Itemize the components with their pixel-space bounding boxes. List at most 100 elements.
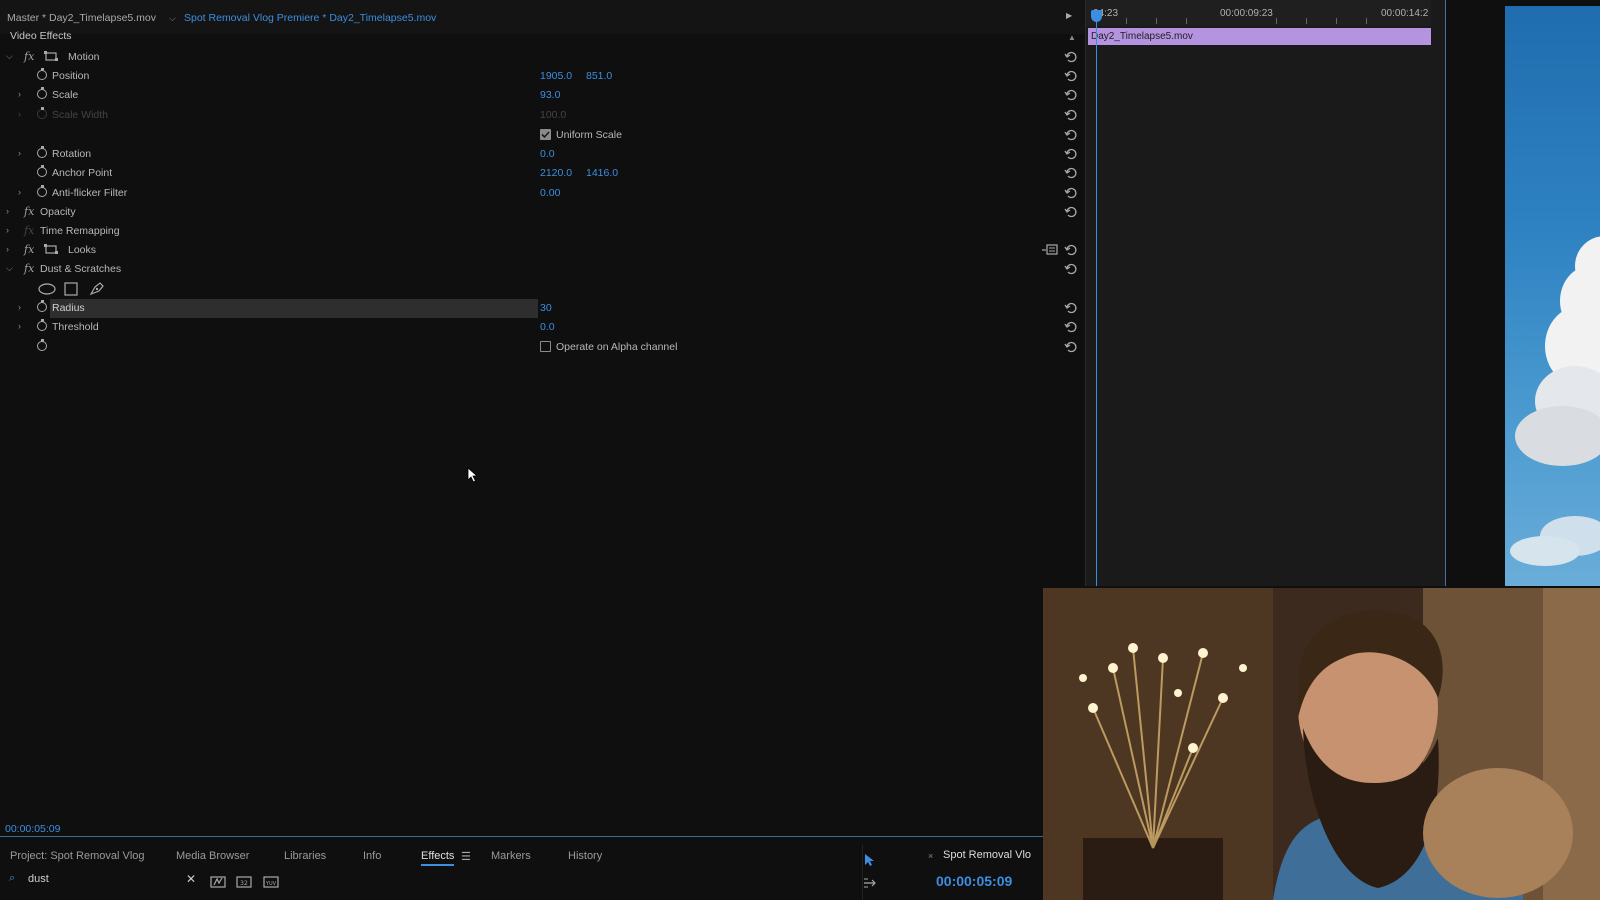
uniform-scale-checkbox[interactable] xyxy=(540,129,551,140)
dust-scratches-row[interactable]: ⌵ fx Dust & Scratches xyxy=(0,260,1085,279)
chevron-right-icon[interactable]: › xyxy=(18,89,21,99)
32bit-effects-icon[interactable]: 32 xyxy=(236,874,252,888)
chevron-right-icon[interactable]: › xyxy=(18,321,21,331)
fx-toggle-icon[interactable]: fx xyxy=(24,205,34,218)
reset-icon[interactable] xyxy=(1064,88,1078,102)
reset-icon[interactable] xyxy=(1064,166,1078,180)
threshold-value[interactable]: 0.0 xyxy=(540,321,555,333)
scale-width-label: Scale Width xyxy=(52,109,109,121)
alpha-channel-checkbox[interactable] xyxy=(540,341,551,352)
chevron-right-icon[interactable]: › xyxy=(6,206,9,216)
master-clip-tab[interactable]: Master * Day2_Timelapse5.mov xyxy=(7,12,156,24)
anchor-y-value[interactable]: 1416.0 xyxy=(586,167,618,179)
tab-effects[interactable]: Effects xyxy=(421,850,455,866)
ruler-label: 00:00:09:23 xyxy=(1220,8,1273,19)
tab-libraries[interactable]: Libraries xyxy=(284,850,326,862)
reset-icon[interactable] xyxy=(1064,128,1078,142)
stopwatch-icon[interactable] xyxy=(37,185,47,197)
play-arrow-icon[interactable]: ▶ xyxy=(1066,11,1072,20)
chevron-down-icon[interactable]: ⌵ xyxy=(6,263,13,274)
accelerated-effects-icon[interactable] xyxy=(210,874,226,888)
reset-icon[interactable] xyxy=(1064,108,1078,122)
sequence-clip-tab[interactable]: Spot Removal Vlog Premiere * Day2_Timela… xyxy=(184,12,436,24)
anti-flicker-label: Anti-flicker Filter xyxy=(52,187,128,199)
stopwatch-icon[interactable] xyxy=(37,68,47,80)
chevron-right-icon[interactable]: › xyxy=(18,302,21,312)
ruler-label: 00:00:14:2 xyxy=(1381,8,1429,19)
stopwatch-icon[interactable] xyxy=(37,165,47,177)
clip-bar[interactable]: Day2_Timelapse5.mov xyxy=(1088,28,1431,45)
reset-icon[interactable] xyxy=(1064,205,1078,219)
fx-toggle-icon[interactable]: fx xyxy=(24,243,34,256)
tab-project[interactable]: Project: Spot Removal Vlog xyxy=(10,850,145,862)
anchor-x-value[interactable]: 2120.0 xyxy=(540,167,572,179)
mask-tools-row xyxy=(0,280,1085,299)
reset-icon[interactable] xyxy=(1064,301,1078,315)
stopwatch-icon[interactable] xyxy=(37,300,47,312)
position-y-value[interactable]: 851.0 xyxy=(586,70,612,82)
chevron-right-icon[interactable]: › xyxy=(18,148,21,158)
playhead-line[interactable] xyxy=(1096,10,1097,586)
effects-search-row: ⌕ dust ✕ xyxy=(0,870,205,890)
stopwatch-icon[interactable] xyxy=(37,339,47,351)
position-label: Position xyxy=(52,70,90,82)
chevron-right-icon[interactable]: › xyxy=(6,225,9,235)
reset-icon[interactable] xyxy=(1064,262,1078,276)
tab-markers[interactable]: Markers xyxy=(491,850,531,862)
edit-look-icon[interactable] xyxy=(1042,244,1058,256)
pen-mask-icon[interactable] xyxy=(89,281,105,296)
reset-icon[interactable] xyxy=(1064,320,1078,334)
time-remapping-label: Time Remapping xyxy=(40,225,120,237)
chevron-down-icon[interactable]: ⌵ xyxy=(6,51,13,62)
fx-toggle-icon[interactable]: fx xyxy=(24,262,34,275)
reset-icon[interactable] xyxy=(1064,50,1078,64)
clear-search-icon[interactable]: ✕ xyxy=(186,872,196,886)
scale-value[interactable]: 93.0 xyxy=(540,89,560,101)
hamburger-menu-icon[interactable]: ☰ xyxy=(461,850,471,863)
close-panel-icon[interactable]: × xyxy=(928,851,933,861)
select-tool-icon[interactable] xyxy=(863,853,877,867)
reset-icon[interactable] xyxy=(1064,69,1078,83)
anti-flicker-value[interactable]: 0.00 xyxy=(540,187,560,199)
program-title: Spot Removal Vlo xyxy=(943,849,1032,861)
alpha-channel-row: Operate on Alpha channel xyxy=(0,338,1085,357)
scale-width-value: 100.0 xyxy=(540,109,567,121)
looks-label: Looks xyxy=(68,244,97,256)
search-icon: ⌕ xyxy=(9,872,16,884)
time-ruler[interactable]: 04:23 00:00:09:23 00:00:14:2 xyxy=(1086,0,1431,26)
fx-toggle-icon[interactable]: fx xyxy=(24,50,34,63)
mouse-cursor-icon xyxy=(467,467,479,483)
stopwatch-icon[interactable] xyxy=(37,146,47,158)
scroll-up-icon[interactable]: ▲ xyxy=(1068,33,1076,42)
radius-value[interactable]: 30 xyxy=(540,302,552,314)
chevron-right-icon[interactable]: › xyxy=(18,187,21,197)
reset-icon[interactable] xyxy=(1064,340,1078,354)
tab-info[interactable]: Info xyxy=(363,850,381,862)
time-remapping-row[interactable]: › fx Time Remapping xyxy=(0,222,1085,241)
effect-controls-timeline[interactable]: 04:23 00:00:09:23 00:00:14:2 Day2_Timela… xyxy=(1085,0,1446,586)
ellipse-mask-icon[interactable] xyxy=(38,283,56,295)
yuv-effects-icon[interactable]: YUV xyxy=(263,874,279,888)
reset-icon[interactable] xyxy=(1064,243,1078,257)
reset-icon[interactable] xyxy=(1064,147,1078,161)
scale-label: Scale xyxy=(52,89,79,101)
reset-icon[interactable] xyxy=(1064,186,1078,200)
tab-history[interactable]: History xyxy=(568,850,602,862)
stopwatch-icon[interactable] xyxy=(37,319,47,331)
rotation-value[interactable]: 0.0 xyxy=(540,148,555,160)
track-select-icon[interactable] xyxy=(863,877,879,889)
radius-row: › Radius 30 xyxy=(0,299,1085,318)
tab-media-browser[interactable]: Media Browser xyxy=(176,850,249,862)
transform-icon xyxy=(44,51,58,61)
opacity-row[interactable]: › fx Opacity xyxy=(0,203,1085,222)
rectangle-mask-icon[interactable] xyxy=(64,282,78,296)
stopwatch-icon[interactable] xyxy=(37,87,47,99)
position-x-value[interactable]: 1905.0 xyxy=(540,70,572,82)
current-timecode[interactable]: 00:00:05:09 xyxy=(5,823,60,835)
chevron-right-icon[interactable]: › xyxy=(6,244,9,254)
program-timecode[interactable]: 00:00:05:09 xyxy=(936,873,1012,889)
motion-row[interactable]: ⌵ fx Motion xyxy=(0,48,1085,67)
looks-row[interactable]: › fx Looks xyxy=(0,241,1085,260)
chevron-down-icon[interactable]: ⌵ xyxy=(169,13,176,24)
search-input[interactable]: dust xyxy=(28,873,49,885)
